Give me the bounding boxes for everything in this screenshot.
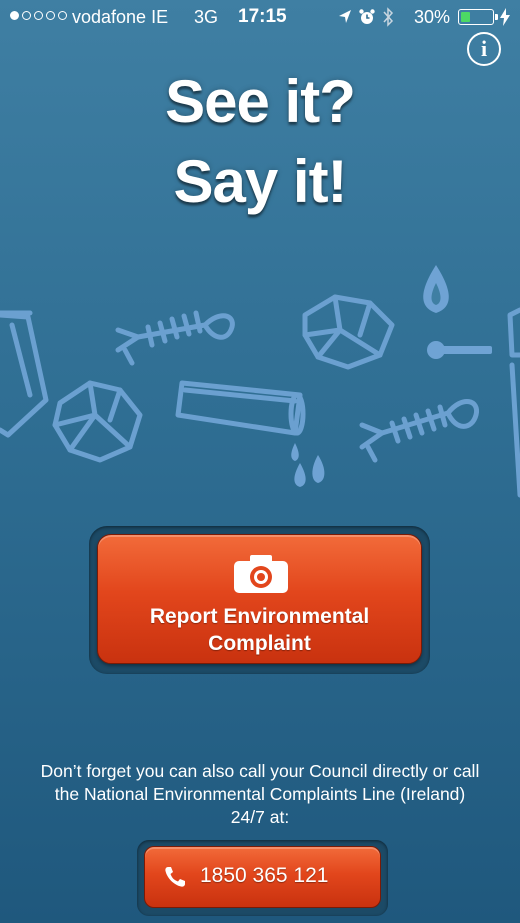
battery-percentage: 30% <box>414 7 451 27</box>
headline-line-1: See it? <box>165 68 356 135</box>
network-type: 3G <box>194 7 219 27</box>
status-bar: vodafone IE 3G 17:15 30% <box>0 0 520 34</box>
phone-number: 1850 365 121 <box>200 864 329 887</box>
call-button-frame: 1850 365 121 <box>137 840 388 916</box>
tap-icon <box>507 307 520 498</box>
crumpled-paper-icon <box>52 380 143 463</box>
crumpled-paper-icon <box>302 294 395 370</box>
call-complaints-line-button[interactable]: 1850 365 121 <box>144 846 381 908</box>
carrier-name: vodafone IE <box>72 7 169 27</box>
fish-bone-icon <box>359 399 480 463</box>
battery-fill <box>461 12 470 22</box>
bin-icon <box>0 310 49 438</box>
bluetooth-icon <box>383 7 394 27</box>
charging-bolt-icon <box>500 8 510 26</box>
signal-strength-icon <box>10 11 67 20</box>
alarm-icon <box>359 9 375 24</box>
camera-icon <box>234 555 288 593</box>
battery-icon <box>458 9 498 25</box>
fish-bone-icon <box>115 310 235 366</box>
status-time: 17:15 <box>238 6 287 27</box>
call-council-note: Don’t forget you can also call your Coun… <box>40 761 480 827</box>
headline-line-2: Say it! <box>173 148 347 215</box>
info-button[interactable]: i <box>467 32 501 66</box>
info-icon: i <box>480 36 488 61</box>
location-arrow-icon <box>339 10 351 23</box>
report-button-label: Report Environmental Complaint <box>149 605 370 655</box>
report-complaint-button[interactable]: Report Environmental Complaint <box>97 534 422 664</box>
pipe-drip-icon <box>175 380 306 436</box>
report-button-frame: Report Environmental Complaint <box>89 526 430 674</box>
headline: See it? Say it! <box>0 62 520 222</box>
phone-icon <box>165 867 185 887</box>
pollution-illustration <box>0 265 520 498</box>
flame-match-icon <box>423 265 492 359</box>
